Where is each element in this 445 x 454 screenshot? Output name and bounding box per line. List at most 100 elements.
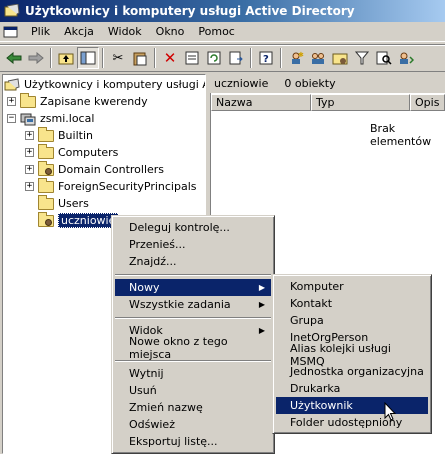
menu-item-move[interactable]: Przenieś... [115,236,271,253]
menu-item-label: Eksportuj listę... [129,435,218,448]
container-name: uczniowie [214,77,269,90]
column-header-type[interactable]: Typ [311,94,410,111]
menu-file[interactable]: Plik [24,25,57,38]
tree-item-computers[interactable]: + Computers [25,143,119,161]
paste-icon[interactable] [129,47,151,69]
add-to-group-icon[interactable] [395,47,417,69]
delete-icon[interactable]: ✕ [159,47,181,69]
collapse-minus-icon[interactable]: − [7,114,16,123]
context-menu: Deleguj kontrolę... Przenieś... Znajdź..… [111,215,275,454]
menu-item-label: Drukarka [290,382,341,395]
column-header-description[interactable]: Opis [410,94,445,111]
tree-item-label: Domain Controllers [58,163,165,176]
tree-root-label: Użytkownicy i komputery usługi Active [24,78,205,91]
tree-item-saved-queries[interactable]: + Zapisane kwerendy [7,92,148,110]
submenu-item-shared-folder[interactable]: Folder udostępniony [276,414,428,431]
menu-item-label: Kontakt [290,297,333,310]
column-header-name[interactable]: Nazwa [211,94,311,111]
menu-separator [115,317,271,319]
menu-window[interactable]: Okno [149,25,192,38]
folder-icon [38,177,54,193]
tree-item-label-selected: uczniowie [58,213,119,228]
tree-item-foreign-security-principals[interactable]: + ForeignSecurityPrincipals [25,177,197,195]
properties-icon[interactable] [181,47,203,69]
new-user-icon[interactable]: ✱ [285,47,307,69]
tree-item-label: zsmi.local [40,112,95,125]
forward-arrow-icon[interactable] [25,47,47,69]
expand-plus-icon[interactable]: + [25,182,34,191]
active-directory-icon [4,77,20,92]
details-header: uczniowie 0 obiekty [210,74,445,93]
back-arrow-icon[interactable] [3,47,25,69]
filter-icon[interactable] [351,47,373,69]
cut-icon[interactable]: ✂ [107,47,129,69]
submenu-item-contact[interactable]: Kontakt [276,295,428,312]
submenu-item-user[interactable]: Użytkownik [276,397,428,414]
expand-plus-icon[interactable]: + [25,148,34,157]
tree-item-domain-controllers[interactable]: + Domain Controllers [25,160,165,178]
menu-item-new-window[interactable]: Nowe okno z tego miejsca [115,335,271,361]
svg-text:✱: ✱ [298,51,304,59]
menu-item-label: Grupa [290,314,324,327]
menu-action[interactable]: Akcja [57,25,101,38]
toolbar: ✂ ✕ ? ✱ [0,44,445,72]
submenu-arrow-icon: ▶ [258,283,265,292]
expand-plus-icon[interactable]: + [25,165,34,174]
menu-separator [115,360,271,362]
toolbar-separator [280,48,282,68]
tree-item-label: Zapisane kwerendy [40,95,148,108]
tree-item-label: Users [58,197,89,210]
tree-item-users[interactable]: Users [38,194,89,212]
menu-item-label: Użytkownik [290,399,353,412]
find-icon[interactable] [373,47,395,69]
folder-icon [20,92,36,108]
new-submenu: Komputer Kontakt Grupa InetOrgPerson Ali… [272,274,432,434]
menu-item-label: Zmień nazwę [129,401,203,414]
submenu-item-printer[interactable]: Drukarka [276,380,428,397]
organizational-unit-icon [38,160,54,176]
show-hide-tree-icon[interactable] [77,47,99,69]
domain-icon [20,112,36,126]
expand-plus-icon[interactable]: + [25,131,34,140]
menu-item-rename[interactable]: Zmień nazwę [115,399,271,416]
menu-separator [115,274,271,276]
menu-item-delete[interactable]: Usuń [115,382,271,399]
submenu-item-organizational-unit[interactable]: Jednostka organizacyjna [276,363,428,380]
new-ou-icon[interactable] [329,47,351,69]
submenu-arrow-icon: ▶ [258,300,265,309]
tree-item-label: ForeignSecurityPrincipals [58,180,197,193]
toolbar-separator [154,48,156,68]
help-icon[interactable]: ? [255,47,277,69]
menu-help[interactable]: Pomoc [191,25,241,38]
object-count: 0 obiekty [284,77,336,90]
menu-bar: Plik Akcja Widok Okno Pomoc [0,22,445,42]
menu-item-find[interactable]: Znajdź... [115,253,271,270]
tree-root[interactable]: Użytkownicy i komputery usługi Active [4,76,205,93]
menu-view[interactable]: Widok [101,25,149,38]
new-group-icon[interactable] [307,47,329,69]
menu-item-all-tasks[interactable]: Wszystkie zadania ▶ [115,296,271,313]
tree-item-uczniowie[interactable]: uczniowie [38,211,119,229]
console-system-icon[interactable] [2,24,20,40]
menu-item-label: Deleguj kontrolę... [129,221,230,234]
refresh-icon[interactable] [203,47,225,69]
menu-item-label: Jednostka organizacyjna [290,365,424,378]
menu-item-export-list[interactable]: Eksportuj listę... [115,433,271,450]
menu-item-label: Wytnij [129,367,164,380]
menu-item-cut[interactable]: Wytnij [115,365,271,382]
submenu-item-msmq-alias[interactable]: Alias kolejki usługi MSMQ [276,342,428,368]
menu-item-delegate-control[interactable]: Deleguj kontrolę... [115,219,271,236]
tree-item-domain[interactable]: − zsmi.local [7,110,94,127]
menu-item-refresh[interactable]: Odśwież [115,416,271,433]
submenu-item-group[interactable]: Grupa [276,312,428,329]
folder-icon [38,143,54,159]
up-folder-icon[interactable] [55,47,77,69]
tree-item-label: Computers [58,146,119,159]
export-list-icon[interactable] [225,47,247,69]
menu-item-new[interactable]: Nowy ▶ [115,279,271,296]
expand-plus-icon[interactable]: + [7,97,16,106]
window-title: Użytkownicy i komputery usługi Active Di… [25,4,355,18]
tree-item-builtin[interactable]: + Builtin [25,126,93,144]
empty-list-message: Brak elementów [370,122,432,148]
submenu-item-computer[interactable]: Komputer [276,278,428,295]
